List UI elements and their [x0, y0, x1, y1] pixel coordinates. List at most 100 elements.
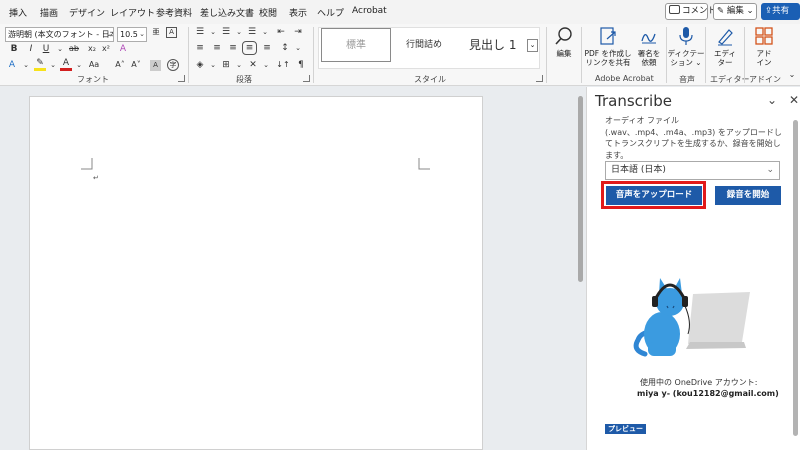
style-heading-1[interactable]: 見出し 1	[469, 28, 516, 62]
sort-icon[interactable]: ↓↑	[276, 59, 290, 71]
start-recording-button[interactable]: 録音を開始	[715, 186, 781, 205]
addin-label: アド	[756, 49, 772, 58]
decrease-indent-icon[interactable]: ⇤	[274, 26, 288, 38]
chevron-down-icon[interactable]: ⌄	[233, 26, 245, 38]
chevron-down-icon[interactable]: ⌄	[47, 59, 59, 71]
shading-icon[interactable]: ◈	[193, 59, 207, 71]
close-icon[interactable]: ✕	[789, 93, 799, 107]
show-marks-icon[interactable]: ¶	[294, 59, 308, 71]
clear-format-icon[interactable]: A	[117, 43, 129, 55]
align-center-icon[interactable]: ≡	[210, 42, 224, 54]
tab-review[interactable]: 校閲	[259, 6, 277, 19]
superscript-icon[interactable]: x²	[100, 43, 112, 55]
editing-button[interactable]: 編集	[545, 26, 583, 58]
edit-mode-button[interactable]: ✎ 編集 ⌄	[713, 3, 757, 20]
increase-indent-icon[interactable]: ⇥	[291, 26, 305, 38]
subscript-icon[interactable]: x₂	[86, 43, 98, 55]
ribbon-collapse-icon[interactable]: ⌄	[786, 69, 798, 81]
highlighter-icon[interactable]: ✎	[34, 59, 46, 71]
numbering-icon[interactable]: ☰	[219, 26, 233, 38]
char-border-icon[interactable]: A	[166, 27, 177, 38]
chevron-down-icon[interactable]: ⌄	[207, 26, 219, 38]
crop-mark-left	[81, 158, 93, 170]
align-right-icon[interactable]: ≡	[226, 42, 240, 54]
chevron-down-icon[interactable]: ⌄	[233, 59, 245, 71]
styles-more-button[interactable]: ⌄	[527, 39, 538, 52]
shrink-font-icon[interactable]: A˅	[130, 59, 142, 71]
font-size-value: 10.5	[120, 30, 138, 39]
change-case-icon[interactable]: Aa	[86, 59, 102, 71]
furigana-icon[interactable]: 亜	[150, 26, 162, 38]
styles-dialog-launcher[interactable]	[536, 75, 543, 82]
menu-tab-bar: 挿入 描画 デザイン レイアウト 参考資料 差し込み文書 校閲 表示 ヘルプ A…	[0, 0, 800, 24]
addin-label-2: イン	[756, 58, 772, 67]
cat-headphones-illustration	[633, 278, 750, 357]
tab-draw[interactable]: 描画	[40, 6, 58, 19]
pane-scrollbar[interactable]	[793, 120, 798, 436]
char-shading-icon[interactable]: A	[150, 60, 161, 71]
strikethrough-icon[interactable]: ab	[66, 43, 82, 55]
font-size-combo[interactable]: 10.5 ⌄	[117, 27, 147, 42]
justify-icon[interactable]: ≡	[242, 41, 257, 55]
addins-button[interactable]: アド イン	[745, 26, 783, 67]
borders-icon[interactable]: ⊞	[219, 59, 233, 71]
enclose-char-icon[interactable]: 字	[167, 59, 179, 71]
chevron-down-icon[interactable]: ⌄	[54, 43, 66, 55]
distributed-icon[interactable]: ≡	[260, 42, 274, 54]
font-name-value: 游明朝 (本文のフォント - 日本語	[8, 30, 114, 39]
pdf-share-icon	[600, 27, 616, 45]
chevron-down-icon[interactable]: ⌄	[73, 59, 85, 71]
ribbon-separator	[188, 27, 189, 83]
tab-layout[interactable]: レイアウト	[110, 6, 155, 19]
ribbon: 游明朝 (本文のフォント - 日本語 ⌄ 10.5 ⌄ 亜 A B I U ⌄ ab…	[0, 24, 800, 86]
voice-group-label: 音声	[679, 75, 695, 84]
dictate-label-2: ション	[670, 58, 693, 67]
create-pdf-button[interactable]: PDF を作成し リンクを共有	[583, 26, 633, 67]
sign-label: 署名を	[637, 49, 661, 58]
document-page[interactable]: ↵	[29, 96, 483, 450]
font-name-combo[interactable]: 游明朝 (本文のフォント - 日本語 ⌄	[5, 27, 114, 42]
document-scrollbar[interactable]	[578, 96, 583, 282]
pane-description: オーディオ ファイル (.wav、.mp4、.m4a、.mp3) をアップロード…	[605, 116, 782, 160]
bullets-icon[interactable]: ☰	[193, 26, 207, 38]
asian-layout-icon[interactable]: ✕	[246, 59, 260, 71]
share-button[interactable]: ⇪共有	[761, 3, 800, 20]
editor-button[interactable]: エディ ター	[706, 26, 744, 67]
font-group-label: フォント	[77, 75, 109, 84]
paragraph-dialog-launcher[interactable]	[303, 75, 310, 82]
dictate-button[interactable]: ディクテー ション ⌄	[667, 26, 705, 67]
underline-icon[interactable]: U	[40, 43, 52, 55]
comment-button[interactable]: コメント	[665, 3, 716, 20]
chevron-down-icon[interactable]: ⌄	[20, 59, 32, 71]
tab-help[interactable]: ヘルプ	[317, 6, 344, 19]
language-select[interactable]: 日本語 (日本) ⌄	[605, 161, 780, 180]
align-left-icon[interactable]: ≡	[193, 42, 207, 54]
tab-mailings[interactable]: 差し込み文書	[200, 6, 254, 19]
chevron-down-icon[interactable]: ⌄	[259, 26, 271, 38]
tab-insert[interactable]: 挿入	[9, 6, 27, 19]
chevron-down-icon[interactable]: ⌄	[260, 59, 272, 71]
ribbon-separator	[313, 27, 314, 83]
pane-title: Transcribe	[595, 92, 672, 110]
tab-view[interactable]: 表示	[289, 6, 307, 19]
tab-design[interactable]: デザイン	[69, 6, 105, 19]
multilevel-list-icon[interactable]: ☰	[245, 26, 259, 38]
chevron-down-icon[interactable]: ⌄	[767, 93, 777, 107]
request-signature-button[interactable]: 署名を 依頼	[630, 26, 668, 67]
bold-icon[interactable]: B	[8, 43, 20, 55]
text-effects-icon[interactable]: A	[6, 59, 18, 71]
chevron-down-icon[interactable]: ⌄	[207, 59, 219, 71]
font-color-icon[interactable]: A	[60, 59, 72, 71]
line-spacing-icon[interactable]: ↕	[278, 42, 292, 54]
font-dialog-launcher[interactable]	[178, 75, 185, 82]
tab-acrobat[interactable]: Acrobat	[352, 6, 387, 16]
chevron-down-icon[interactable]: ⌄	[292, 42, 304, 54]
style-no-spacing[interactable]: 行間詰め	[406, 28, 442, 62]
editor-pen-icon	[718, 29, 733, 46]
microphone-icon	[679, 27, 693, 45]
style-normal[interactable]: 標準	[321, 28, 391, 62]
italic-icon[interactable]: I	[25, 43, 37, 55]
grow-font-icon[interactable]: A˄	[114, 59, 126, 71]
tab-references[interactable]: 参考資料	[156, 6, 192, 19]
chevron-down-icon: ⌄	[766, 165, 774, 175]
